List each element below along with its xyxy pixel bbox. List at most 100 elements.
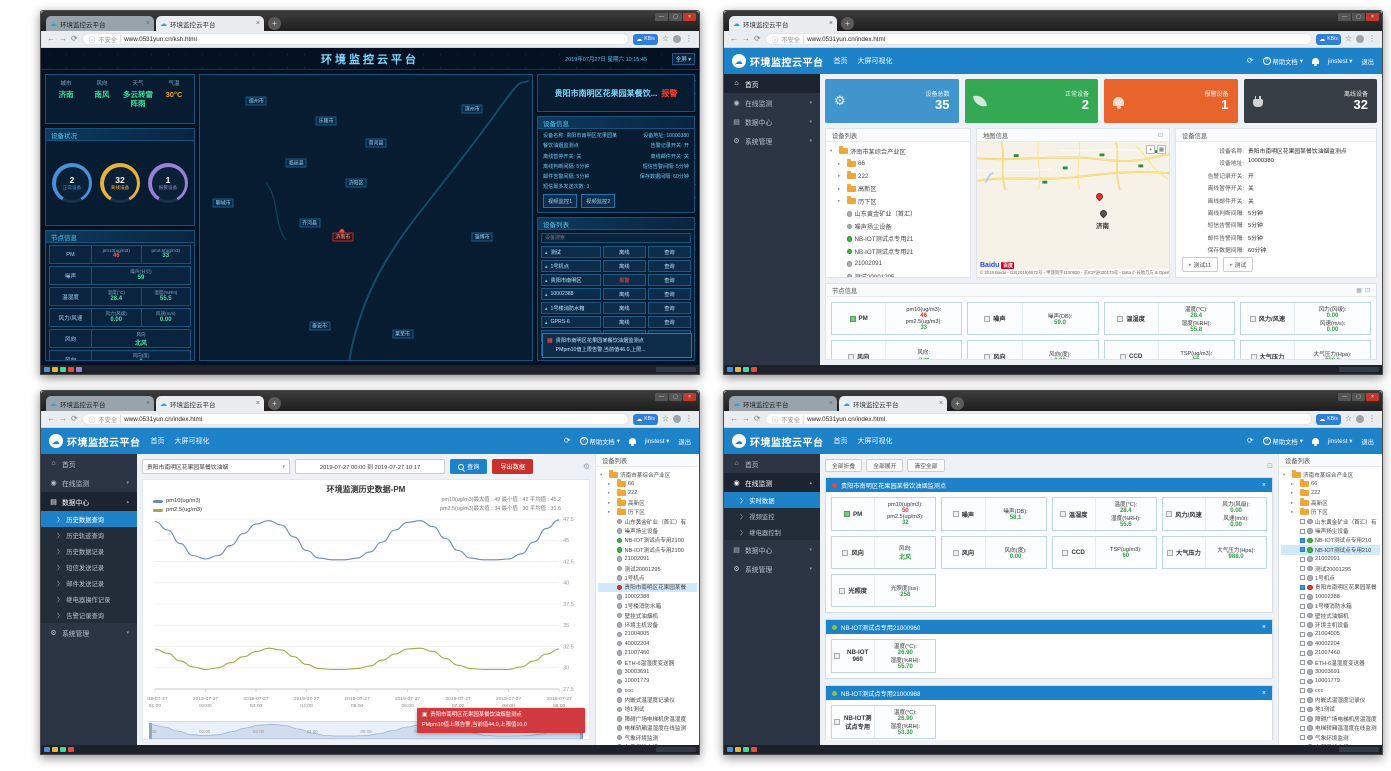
taskbar-item[interactable] — [60, 367, 66, 372]
device-query-button[interactable]: 查询 — [648, 274, 691, 286]
taskbar-item[interactable] — [735, 367, 741, 372]
stat-card-offline[interactable]: 离线设备32 — [1244, 79, 1378, 123]
profile-icon[interactable] — [1356, 415, 1364, 423]
node-card[interactable]: 风向风向(度):0.00 — [967, 340, 1098, 359]
tree-checkbox[interactable] — [1300, 698, 1305, 703]
sidebar-subitem-sms-records[interactable]: 〉短信发送记录 — [41, 559, 137, 575]
tree-item[interactable]: 山东黄金矿业（首汇） — [828, 208, 968, 221]
close-button[interactable]: × — [1366, 393, 1379, 401]
grid-view-icon[interactable]: ▦ — [1356, 287, 1362, 294]
tree-item[interactable]: 车载无线主机GPRS-W — [1281, 742, 1380, 745]
node-card[interactable]: 温湿度温度(°C):28.4湿度(%RH):55.8 — [1104, 302, 1235, 335]
menu-dots-icon[interactable]: ⋮ — [1368, 35, 1376, 43]
tree-item[interactable]: 21004005 — [1281, 630, 1380, 639]
bookmark-star-icon[interactable]: ☆ — [662, 415, 669, 423]
taskbar[interactable] — [41, 745, 699, 754]
refresh-icon[interactable]: ⟳ — [564, 437, 571, 445]
maximize-button[interactable]: ▢ — [669, 393, 682, 401]
node-card-checkbox[interactable] — [984, 316, 990, 322]
expand-icon[interactable]: ⊡ — [1158, 132, 1163, 139]
device-query-button[interactable]: 查询 — [648, 302, 691, 314]
menu-dots-icon[interactable]: ⋮ — [685, 415, 693, 423]
node-card-checkbox[interactable] — [1250, 316, 1256, 322]
tree-item[interactable]: 噪声扬尘设备 — [1281, 526, 1380, 535]
baidu-map[interactable]: 济南 +▦ Baidu百度 © 2019 Baidu - GS(2019)557… — [977, 142, 1169, 277]
node-card[interactable]: 光照度光照度(lux):258 — [831, 574, 936, 607]
tree-item[interactable]: 地1测试 — [1281, 705, 1380, 714]
tree-item[interactable]: 测试20001295 — [828, 270, 968, 277]
expand-icon[interactable]: ⊡ — [1267, 462, 1273, 470]
tree-item[interactable]: NB-IOT测试点专用210 — [1281, 545, 1380, 554]
site-info-icon[interactable]: ⓘ — [772, 414, 779, 424]
tree-item[interactable]: ETH-6温湿度变送器 — [1281, 658, 1380, 667]
nav-home[interactable]: 首页 — [834, 436, 848, 446]
node-card-checkbox[interactable] — [850, 316, 856, 322]
tree-item[interactable]: ▸222 — [1281, 489, 1380, 498]
sidebar-subitem-video[interactable]: 〉视频监控 — [724, 508, 820, 524]
node-card-checkbox[interactable] — [1166, 511, 1172, 517]
tree-item[interactable]: 21007460 — [1281, 648, 1380, 657]
profile-icon[interactable] — [1356, 35, 1364, 43]
minimize-button[interactable]: — — [1338, 13, 1351, 21]
browser-tab[interactable]: ☁ 环境监控云平台 × — [46, 396, 154, 411]
line-chart[interactable]: 27.53032.53537.54042.54547.52019-07-2701… — [147, 511, 585, 719]
address-bar[interactable]: ⓘ 不安全 www.0531yun.cn/index.html — [765, 413, 1313, 425]
maximize-button[interactable]: ▢ — [669, 13, 682, 21]
minimize-button[interactable]: — — [1338, 393, 1351, 401]
close-button[interactable]: × — [683, 13, 696, 21]
video-monitor-1-button[interactable]: 视频监控1 — [543, 194, 577, 208]
tree-item[interactable]: 1号楼消防水箱 — [1281, 601, 1380, 610]
logout-button[interactable]: 退出 — [1361, 57, 1374, 66]
device-name-button[interactable]: ▲贵阳市南明区 — [541, 274, 601, 286]
device-name-button[interactable]: ▲10002388 — [541, 288, 601, 300]
taskbar-item[interactable] — [68, 747, 74, 752]
tree-item[interactable]: 10002388 — [1281, 592, 1380, 601]
node-card-checkbox[interactable] — [839, 588, 845, 594]
tree-item[interactable]: 测试20001295 — [598, 564, 697, 573]
taskbar-item[interactable] — [52, 367, 58, 372]
tree-item[interactable]: 21002091 — [598, 555, 697, 564]
tree-item[interactable]: ccc — [598, 686, 697, 695]
user-menu[interactable]: jinstest ▾ — [1328, 58, 1353, 65]
test11-button[interactable]: 测试11 — [1182, 257, 1218, 272]
tree-item[interactable]: ▸222 — [598, 489, 697, 498]
sidebar-item-system[interactable]: ⚙系统管理▾ — [724, 131, 820, 150]
tree-item[interactable]: 30003691 — [598, 667, 697, 676]
taskbar-item[interactable] — [743, 747, 749, 752]
nav-bigscreen[interactable]: 大屏可视化 — [175, 436, 210, 446]
tree-item[interactable]: 内嵌式温湿度记录仪 — [598, 695, 697, 704]
tree-checkbox[interactable] — [1300, 707, 1305, 712]
tree-item[interactable]: ▸历下区 — [828, 195, 968, 208]
bell-icon[interactable] — [1312, 438, 1319, 444]
province-map[interactable]: 德州市乐陵市滨州市商河县临邑县聊城市济阳区淄博市齐河县济南市泰安市莱芜市 — [199, 74, 533, 361]
close-button[interactable]: × — [683, 393, 696, 401]
device-group-header[interactable]: NB-IOT测试点专用21000960 × — [826, 620, 1272, 634]
sidebar-subitem-alarm-records[interactable]: 〉告警记录查询 — [41, 607, 137, 623]
device-group-header[interactable]: 贵阳市南明区花果园某餐饮油烟监测点 × — [826, 478, 1272, 492]
tree-item[interactable]: ccc — [1281, 686, 1380, 695]
tree-item[interactable]: 21002091 — [828, 258, 968, 271]
tree-item[interactable]: NB-IOT测试点专用21 — [828, 245, 968, 258]
address-bar[interactable]: ⓘ 不安全 www.0531yun.cn/index.html — [82, 413, 630, 425]
tree-checkbox[interactable] — [1300, 594, 1305, 599]
alarm-toast[interactable]: ▣贵阳市南明区花果园某餐饮油烟监测点 PMpm10值上限告警,当前值44.0,上… — [417, 708, 585, 733]
date-range-input[interactable]: 2019-07-27 00:00 到 2019-07-27 10:17 — [295, 459, 445, 474]
tree-checkbox[interactable] — [1300, 622, 1305, 627]
tree-item[interactable]: 21004005 — [598, 630, 697, 639]
back-button[interactable]: ← — [730, 35, 738, 43]
tree-item[interactable]: 测试20001295 — [1281, 564, 1380, 573]
taskbar[interactable] — [724, 745, 1382, 754]
tree-item[interactable]: 气象环境监测 — [1281, 733, 1380, 742]
device-group-header[interactable]: NB-IOT测试点专用21000988 × — [826, 686, 1272, 700]
node-card-checkbox[interactable] — [1120, 354, 1126, 360]
node-card-checkbox[interactable] — [953, 511, 959, 517]
node-card[interactable]: 风力/风速风力(风级):0.00风速(m/s):0.00 — [1240, 302, 1371, 335]
sidebar-item-datacenter[interactable]: ▤数据中心▾ — [724, 112, 820, 131]
device-name-button[interactable]: ▲1号楼消防水箱 — [541, 302, 601, 314]
alarm-map-pin[interactable] — [1095, 192, 1105, 202]
tab-close-icon[interactable]: × — [146, 400, 150, 407]
expand-all-button[interactable]: 全部展开 — [866, 459, 903, 472]
back-button[interactable]: ← — [47, 35, 55, 43]
refresh-icon[interactable]: ⟳ — [1247, 57, 1254, 65]
tree-item[interactable]: 障碍广场电梯机房温湿度 — [1281, 714, 1380, 723]
